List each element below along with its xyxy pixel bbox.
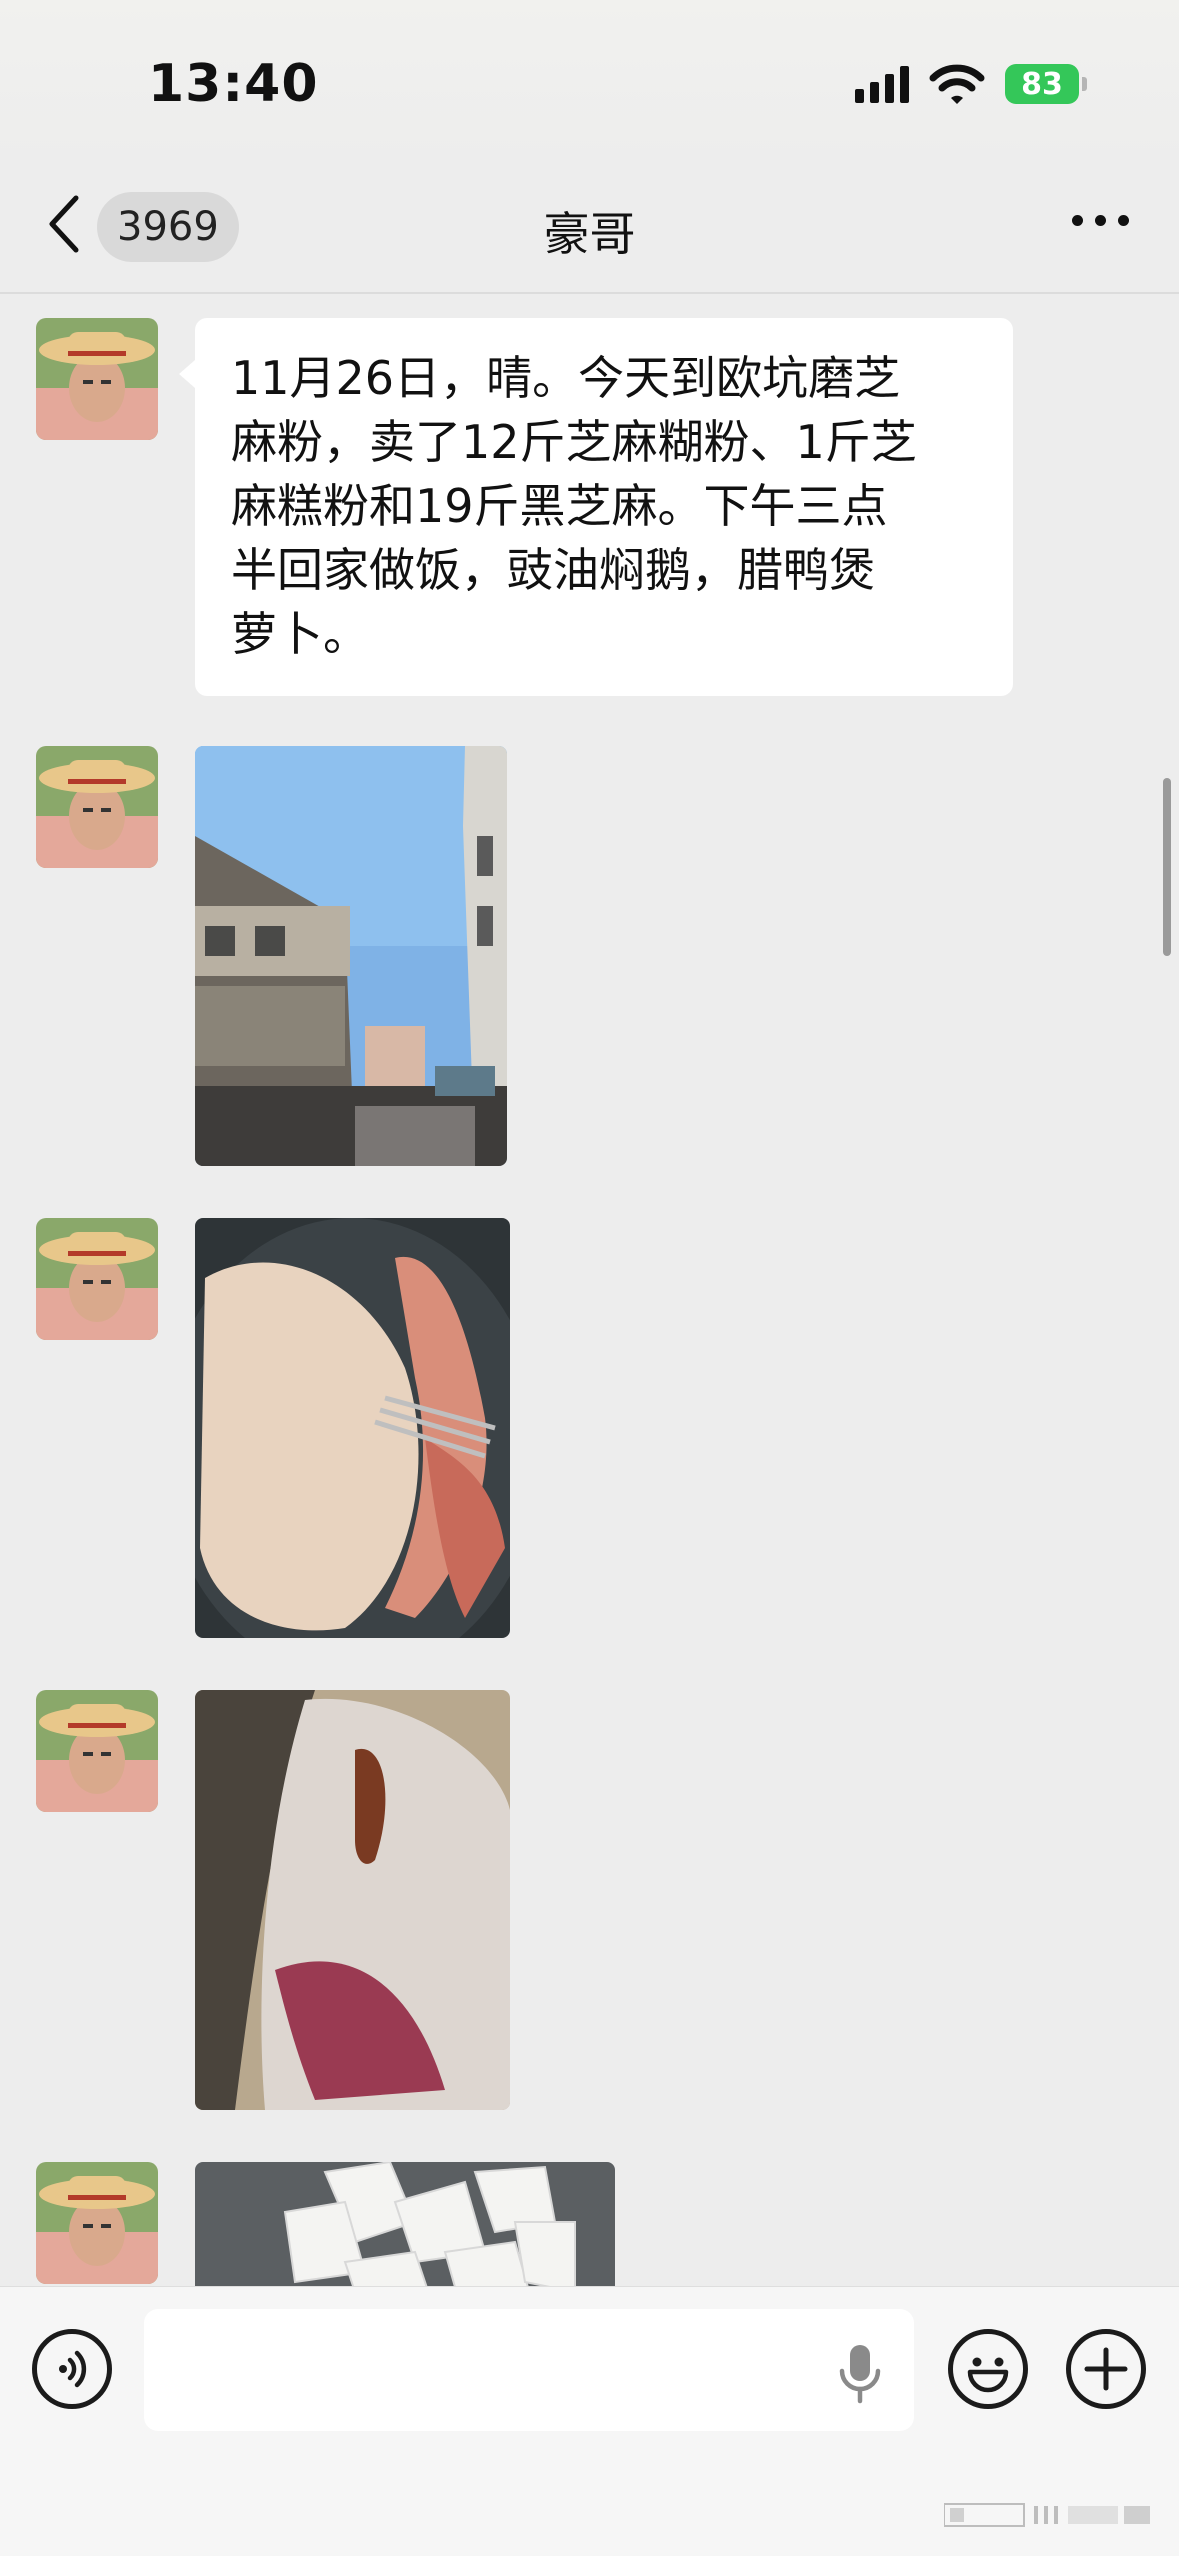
scrollbar[interactable] [1163, 778, 1171, 956]
avatar[interactable] [36, 1218, 158, 1340]
message-input[interactable] [144, 2309, 914, 2431]
message-line: 11月26日，晴。今天到欧坑磨芝 [231, 351, 901, 405]
watermark-bars [944, 2503, 1150, 2527]
nav-bar: 3969 豪哥 [0, 160, 1179, 294]
plus-icon[interactable] [1066, 2329, 1146, 2409]
avatar[interactable] [36, 746, 158, 868]
message-line: 麻糕粉和19斤黑芝麻。下午三点 [231, 479, 888, 533]
avatar[interactable] [36, 318, 158, 440]
battery-icon: 83 [1005, 64, 1087, 104]
image-message-street[interactable] [195, 746, 507, 1166]
status-time: 13:40 [148, 54, 319, 114]
avatar[interactable] [36, 1690, 158, 1812]
message-line: 萝卜。 [231, 607, 369, 661]
chat-messages[interactable]: 11月26日，晴。今天到欧坑磨芝 麻粉，卖了12斤芝麻糊粉、1斤芝 麻糕粉和19… [0, 296, 1179, 2286]
message-line: 半回家做饭，豉油焖鹅，腊鸭煲 [231, 543, 875, 597]
microphone-icon[interactable] [832, 2341, 888, 2405]
text-message-bubble[interactable]: 11月26日，晴。今天到欧坑磨芝 麻粉，卖了12斤芝麻糊粉、1斤芝 麻糕粉和19… [179, 318, 1013, 696]
wifi-icon [929, 64, 985, 104]
image-message-radish[interactable] [195, 2162, 615, 2286]
signal-icon [855, 65, 909, 103]
battery-level: 83 [1021, 66, 1063, 102]
image-message-goose-closeup[interactable] [195, 1690, 510, 2110]
status-bar: 13:40 83 [0, 0, 1179, 160]
chat-title: 豪哥 [543, 207, 636, 261]
status-icons: 83 [855, 62, 1087, 106]
more-horizontal-icon[interactable] [1072, 215, 1129, 226]
avatar[interactable] [36, 2162, 158, 2284]
image-message-goose[interactable] [195, 1218, 510, 1638]
message-line: 麻粉，卖了12斤芝麻糊粉、1斤芝 [231, 415, 917, 469]
emoji-icon[interactable] [948, 2329, 1028, 2409]
voice-icon[interactable] [32, 2329, 112, 2409]
